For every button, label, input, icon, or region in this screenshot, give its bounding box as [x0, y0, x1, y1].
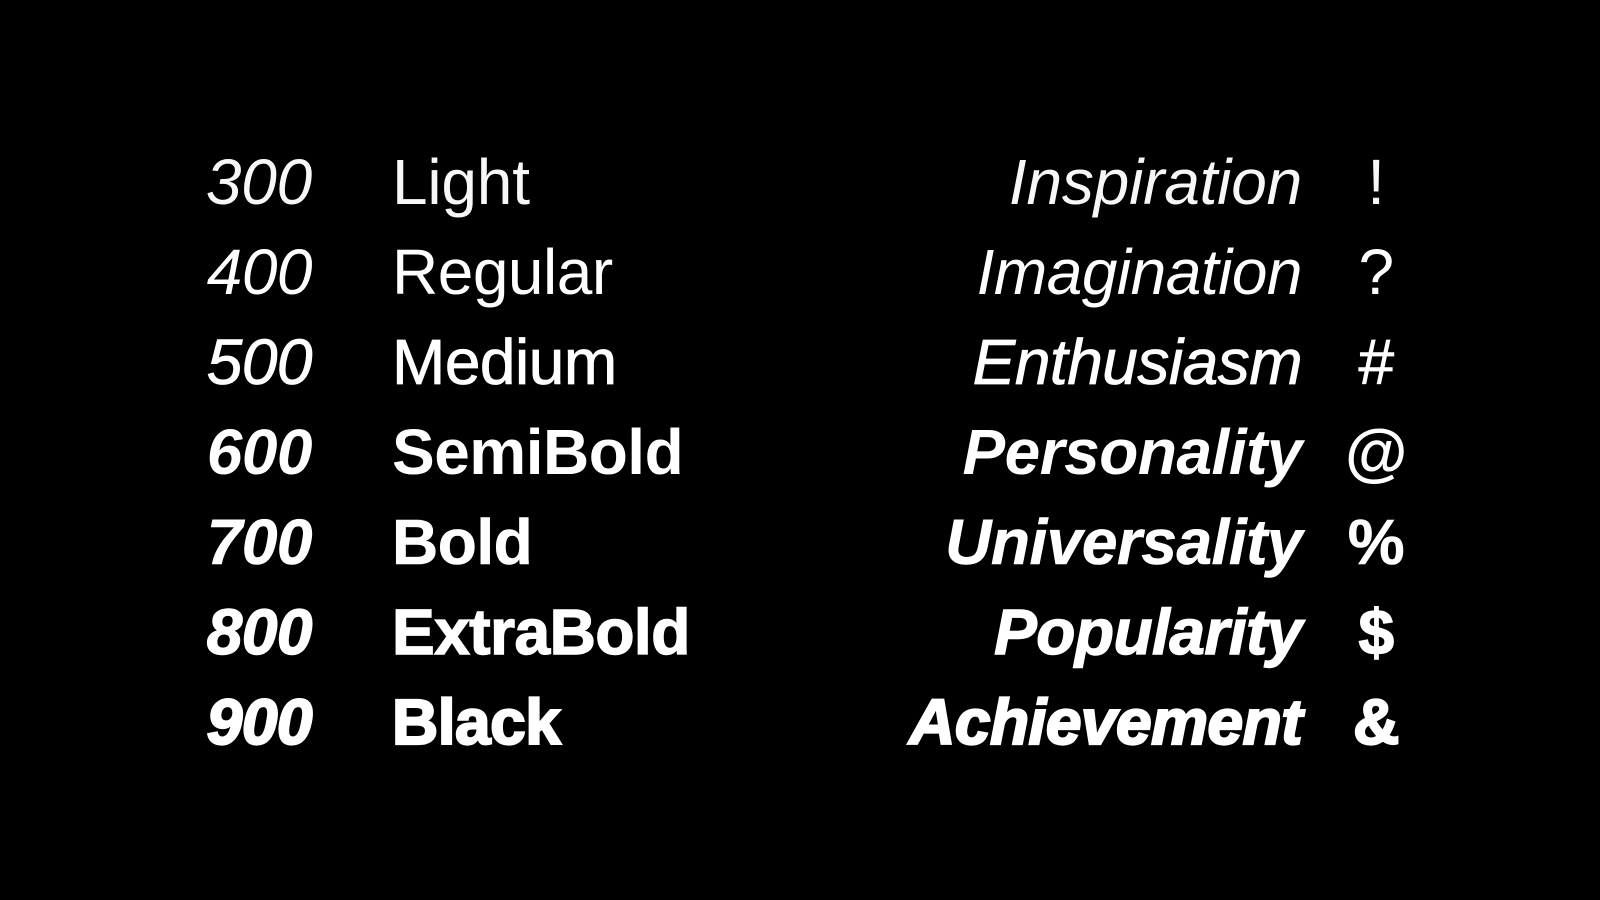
weight-name: ExtraBold [391, 595, 691, 668]
sample-word: Personality [962, 416, 1302, 488]
weight-number: 300 [205, 146, 312, 218]
specimen-row-semibold: 600 SemiBold Personality @ [0, 407, 1600, 497]
sample-word: Universality [945, 506, 1303, 579]
weight-name: Bold [392, 506, 533, 579]
font-weight-specimen: 300 Light Inspiration ! 400 Regular Imag… [0, 137, 1600, 767]
weight-number: 600 [206, 416, 313, 488]
sample-glyph: ? [1358, 236, 1394, 308]
specimen-row-black: 900 Black Achievement & [0, 677, 1600, 767]
specimen-row-regular: 400 Regular Imagination ? [0, 227, 1600, 317]
weight-number: 900 [206, 685, 314, 759]
sample-word: Inspiration [1008, 146, 1302, 218]
sample-glyph: @ [1345, 416, 1407, 488]
sample-glyph: $ [1358, 595, 1395, 668]
specimen-row-medium: 500 Medium Enthusiasm # [0, 317, 1600, 407]
weight-name: Light [392, 146, 530, 218]
weight-number: 700 [206, 506, 312, 579]
sample-glyph: # [1358, 326, 1394, 399]
specimen-row-extrabold: 800 ExtraBold Popularity $ [0, 587, 1600, 677]
sample-glyph: % [1347, 506, 1405, 579]
specimen-row-light: 300 Light Inspiration ! [0, 137, 1600, 227]
sample-word: Enthusiasm [972, 326, 1303, 399]
weight-name: Black [391, 685, 562, 759]
weight-number: 800 [206, 595, 313, 668]
weight-name: Regular [392, 236, 613, 308]
sample-word: Achievement [908, 685, 1304, 759]
sample-glyph: & [1352, 685, 1400, 759]
sample-word: Imagination [976, 236, 1303, 308]
sample-glyph: ! [1367, 146, 1385, 218]
sample-word: Popularity [993, 595, 1303, 668]
specimen-row-bold: 700 Bold Universality % [0, 497, 1600, 587]
weight-name: Medium [392, 326, 618, 399]
weight-number: 400 [206, 236, 313, 308]
weight-name: SemiBold [392, 416, 684, 488]
weight-number: 500 [206, 326, 313, 399]
